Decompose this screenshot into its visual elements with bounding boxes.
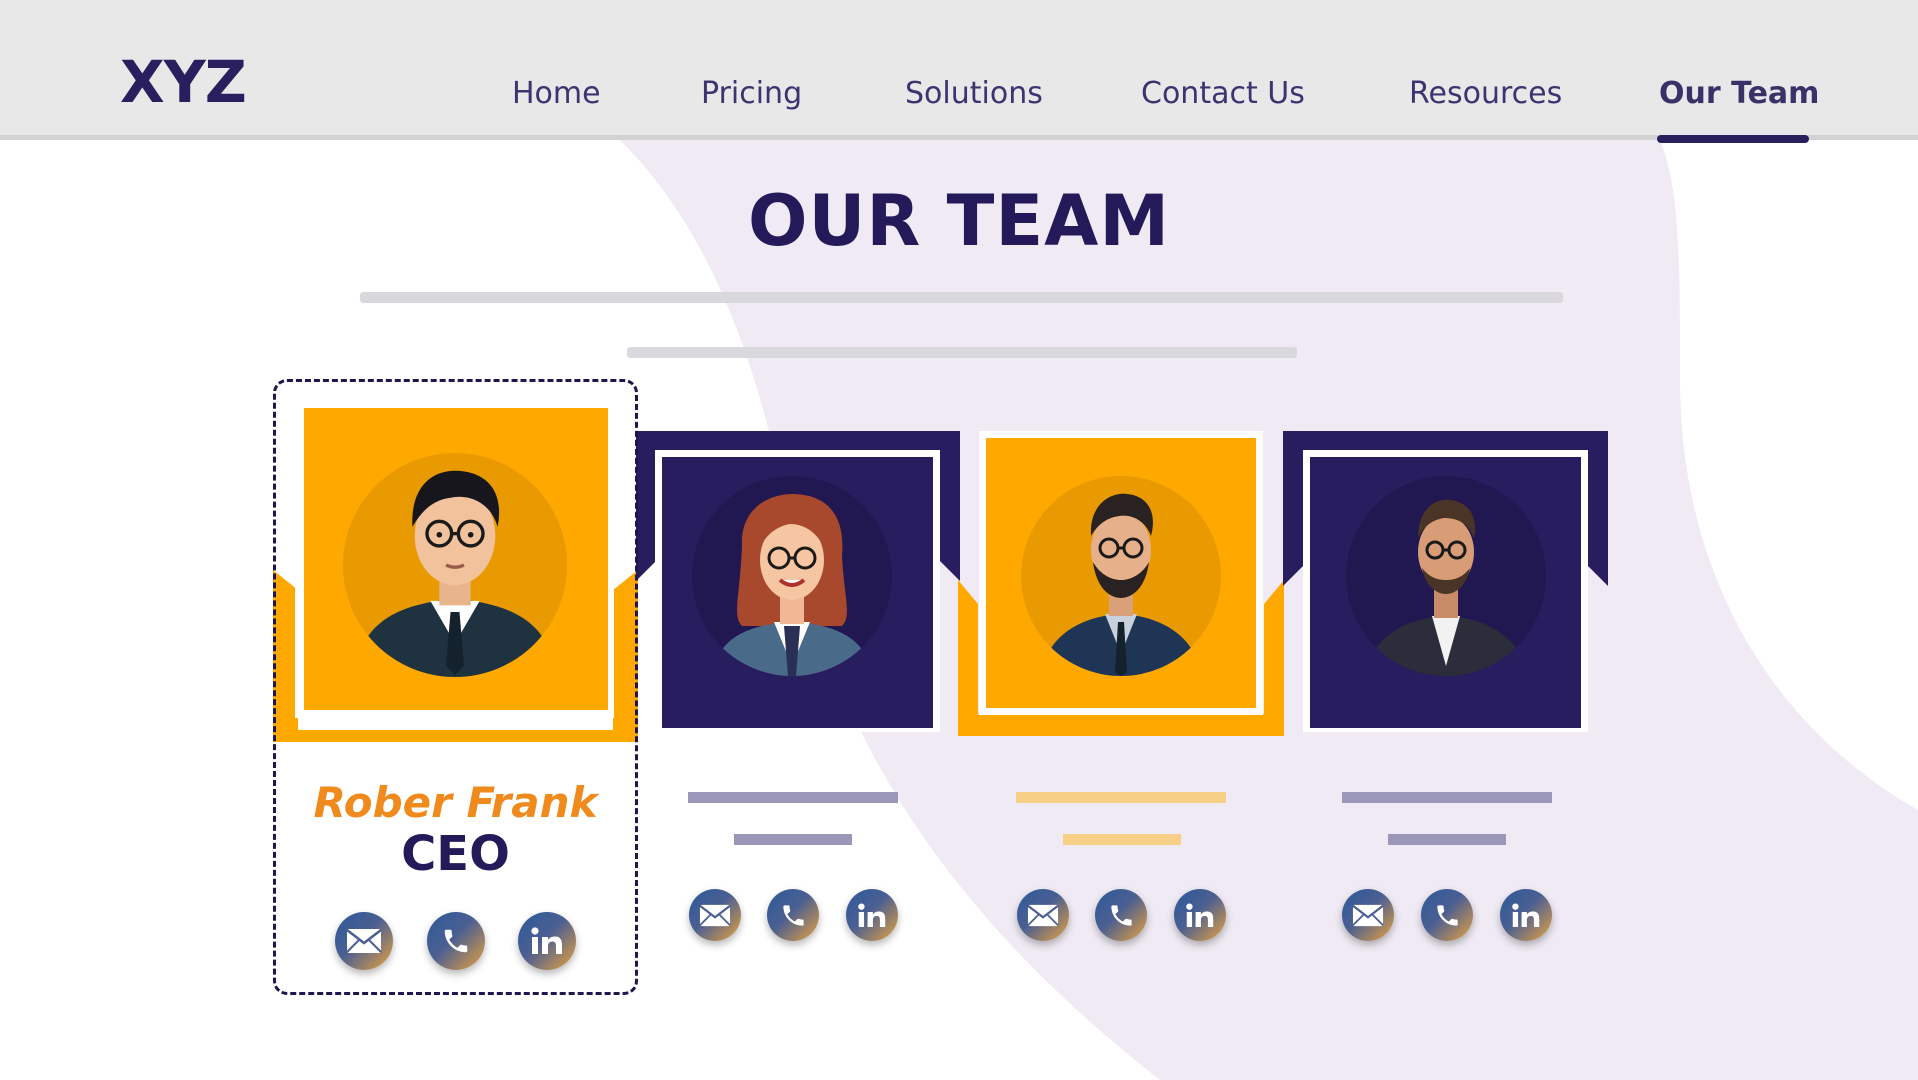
email-button[interactable] — [1342, 889, 1394, 941]
member-role-placeholder — [1063, 834, 1181, 845]
selected-card-outline — [273, 379, 638, 995]
linkedin-icon — [531, 927, 562, 954]
linkedin-button[interactable] — [518, 912, 576, 970]
active-nav-indicator — [1657, 135, 1809, 143]
linkedin-button[interactable] — [1500, 889, 1552, 941]
member-role: CEO — [401, 826, 510, 882]
linkedin-icon — [858, 903, 886, 927]
phone-button[interactable] — [1421, 889, 1473, 941]
phone-button[interactable] — [767, 889, 819, 941]
linkedin-icon — [1186, 903, 1214, 927]
email-button[interactable] — [1017, 889, 1069, 941]
team-member-avatar — [692, 476, 892, 676]
phone-icon — [1110, 904, 1132, 926]
phone-icon — [782, 904, 804, 926]
main-nav: Home Pricing Solutions Contact Us Resour… — [0, 76, 1918, 126]
team-member-avatar — [1346, 476, 1546, 676]
top-navigation-bar: XYZ Home Pricing Solutions Contact Us Re… — [0, 0, 1918, 140]
email-button[interactable] — [689, 889, 741, 941]
email-button[interactable] — [335, 912, 393, 970]
nav-solutions[interactable]: Solutions — [905, 76, 1043, 111]
member-name-placeholder — [688, 792, 898, 803]
member-role-placeholder — [734, 834, 852, 845]
mail-icon — [699, 904, 731, 926]
member-role-placeholder — [1388, 834, 1506, 845]
nav-contact-us[interactable]: Contact Us — [1141, 76, 1305, 111]
phone-icon — [1436, 904, 1458, 926]
team-member-avatar — [1021, 476, 1221, 676]
linkedin-icon — [1512, 903, 1540, 927]
phone-button[interactable] — [1095, 889, 1147, 941]
nav-pricing[interactable]: Pricing — [701, 76, 802, 111]
member-name-placeholder — [1016, 792, 1226, 803]
nav-home[interactable]: Home — [512, 76, 601, 111]
page-title: OUR TEAM — [747, 180, 1171, 262]
member-name: Rober Frank — [313, 778, 598, 827]
phone-button[interactable] — [427, 912, 485, 970]
mail-icon — [346, 929, 382, 953]
subtitle-placeholder-line — [360, 292, 1563, 303]
mail-icon — [1027, 904, 1059, 926]
nav-our-team[interactable]: Our Team — [1659, 76, 1819, 111]
member-name-placeholder — [1342, 792, 1552, 803]
subtitle-placeholder-line-short — [627, 347, 1297, 358]
linkedin-button[interactable] — [1174, 889, 1226, 941]
phone-icon — [444, 929, 468, 953]
mail-icon — [1352, 904, 1384, 926]
nav-resources[interactable]: Resources — [1409, 76, 1562, 111]
linkedin-button[interactable] — [846, 889, 898, 941]
